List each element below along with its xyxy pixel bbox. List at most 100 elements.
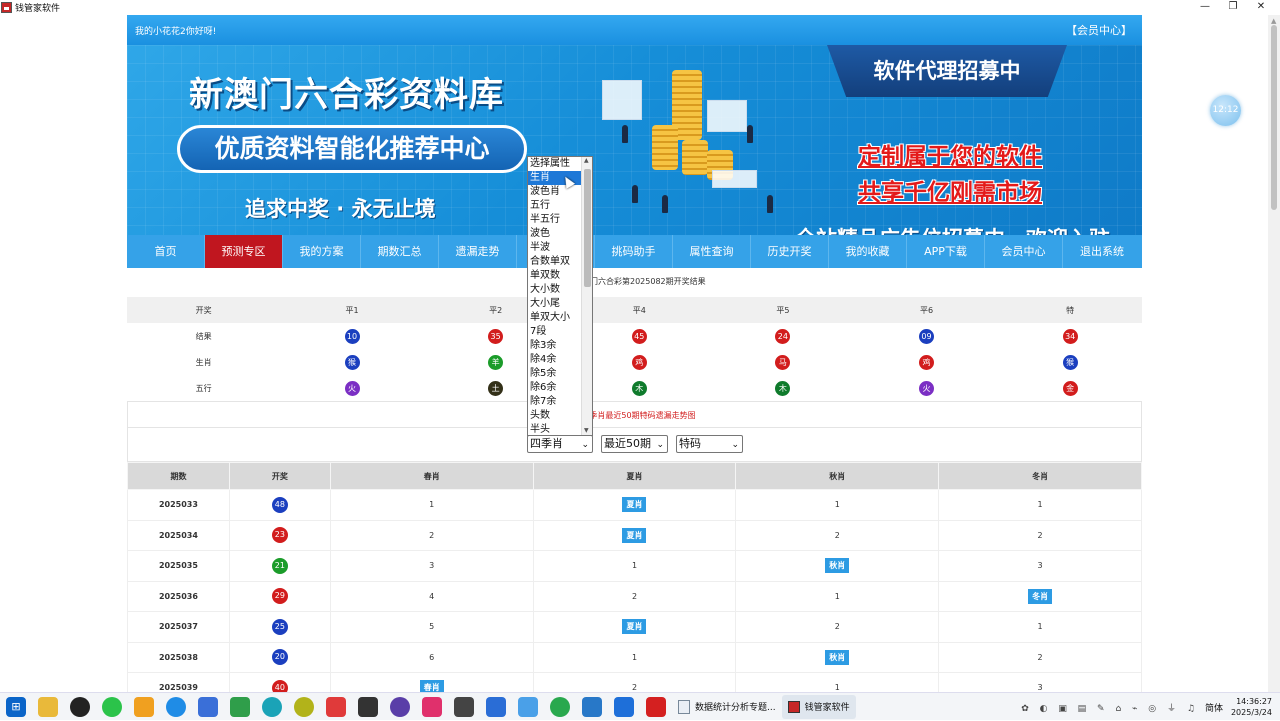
app-icon[interactable] <box>582 696 602 717</box>
nav-logout[interactable]: 退出系统 <box>1063 235 1141 268</box>
minimize-button[interactable]: — <box>1190 0 1220 15</box>
banner-slogan: 追求中奖 · 永无止境 <box>245 197 436 221</box>
app-icon[interactable] <box>422 696 442 717</box>
banner-title: 新澳门六合彩资料库 <box>189 75 504 115</box>
main-nav: 首页 预测专区 我的方案 期数汇总 遗漏走势 挑码助手 属性查询 历史开奖 我的… <box>127 235 1142 268</box>
app-icon[interactable] <box>262 696 282 717</box>
nav-app-download[interactable]: APP下载 <box>907 235 985 268</box>
app-icon[interactable] <box>486 696 506 717</box>
wps-icon[interactable] <box>646 696 666 717</box>
banner-red-line1: 定制属于您的软件 <box>858 144 1042 170</box>
nav-home[interactable]: 首页 <box>127 235 205 268</box>
number-ball: 火 <box>919 380 935 396</box>
period-cell: 2025038 <box>127 641 230 673</box>
taskbar-task-docs[interactable]: 数据统计分析专题... <box>672 695 782 719</box>
number-ball: 木 <box>775 380 791 396</box>
chevron-down-icon: ⌄ <box>656 440 664 450</box>
app-icon[interactable] <box>198 696 218 717</box>
miss-count-cell: 6 <box>329 641 534 673</box>
nav-member-center[interactable]: 会员中心 <box>985 235 1063 268</box>
nav-favorites[interactable]: 我的收藏 <box>829 235 907 268</box>
trend-row: 2025035 21 3 1 秋肖 3 <box>127 550 1142 582</box>
number-ball: 29 <box>271 588 288 605</box>
nav-period-summary[interactable]: 期数汇总 <box>361 235 439 268</box>
app-icon[interactable] <box>518 696 538 717</box>
number-ball: 鸡 <box>631 354 647 370</box>
scroll-up-icon[interactable]: ▲ <box>584 157 589 164</box>
banner-pill: 优质资料智能化推荐中心 <box>177 125 527 173</box>
scrollbar-thumb[interactable] <box>1271 25 1277 210</box>
page-scrollbar[interactable]: ▲ <box>1268 15 1280 692</box>
chevron-down-icon: ⌄ <box>731 440 739 450</box>
number-ball: 24 <box>775 328 791 344</box>
result-header: 平1 <box>280 297 424 323</box>
nav-attribute-query[interactable]: 属性查询 <box>673 235 751 268</box>
qq-icon[interactable] <box>70 696 90 717</box>
wechat-icon[interactable] <box>102 696 122 717</box>
trend-table: 期数 开奖 春肖 夏肖 秋肖 冬肖 2025033 48 1 夏肖 1 1 2025034 2… <box>127 462 1142 704</box>
app-icon[interactable] <box>294 696 314 717</box>
close-button[interactable]: ✕ <box>1246 0 1276 15</box>
number-ball: 木 <box>631 380 647 396</box>
attribute-select[interactable]: 四季肖 ⌄ <box>527 435 593 453</box>
floating-clock-widget[interactable]: 12:12 <box>1210 95 1241 126</box>
range-select[interactable]: 最近50期 ⌄ <box>601 435 668 453</box>
member-center-link[interactable]: 【会员中心】 <box>1066 22 1132 38</box>
banner: 新澳门六合彩资料库 优质资料智能化推荐中心 追求中奖 · 永无止境 软件代理招募… <box>127 45 1142 235</box>
scroll-up-icon[interactable]: ▲ <box>1271 17 1276 25</box>
file-explorer-icon[interactable] <box>38 696 58 717</box>
edge-icon[interactable] <box>166 696 186 717</box>
chrome-icon[interactable] <box>550 696 570 717</box>
taskbar-clock[interactable]: 14:36:27 2025/3/24 <box>1231 696 1272 718</box>
number-ball: 20 <box>271 649 288 666</box>
nav-pick-helper[interactable]: 挑码助手 <box>595 235 673 268</box>
scroll-down-icon[interactable]: ▼ <box>584 427 589 434</box>
app-icon <box>787 700 800 713</box>
app-icon[interactable] <box>134 696 154 717</box>
app-icon <box>1 2 12 13</box>
document-icon <box>678 699 690 714</box>
coins-illustration <box>582 55 782 225</box>
result-header: 平5 <box>711 297 855 323</box>
agent-recruit-banner: 软件代理招募中 <box>827 45 1067 97</box>
miss-count-cell: 1 <box>532 550 737 582</box>
miss-count-cell: 1 <box>938 611 1142 643</box>
app-icon[interactable] <box>326 696 346 717</box>
nav-my-plan[interactable]: 我的方案 <box>283 235 361 268</box>
input-language[interactable]: 简体 <box>1205 701 1223 714</box>
nav-prediction[interactable]: 预测专区 <box>205 235 283 268</box>
app-icon[interactable] <box>614 696 634 717</box>
trend-header: 期数 <box>127 462 230 490</box>
trend-row: 2025033 48 1 夏肖 1 1 <box>127 489 1142 521</box>
start-icon[interactable]: ⊞ <box>6 696 26 717</box>
app-icon[interactable] <box>390 696 410 717</box>
miss-count-cell: 1 <box>938 489 1142 521</box>
app-icon[interactable] <box>358 696 378 717</box>
miss-count-cell: 5 <box>329 611 534 643</box>
period-cell: 2025036 <box>127 580 230 612</box>
dropdown-scrollbar[interactable]: ▲ ▼ <box>581 157 592 435</box>
app-icon[interactable] <box>230 696 250 717</box>
trend-row: 2025034 23 2 夏肖 2 2 <box>127 519 1142 551</box>
number-ball: 土 <box>488 380 504 396</box>
number-ball: 鸡 <box>919 354 935 370</box>
maximize-button[interactable]: ❐ <box>1218 0 1248 15</box>
taskbar-task-app[interactable]: 钱管家软件 <box>781 694 856 719</box>
miss-count-cell: 2 <box>938 641 1142 673</box>
nav-history[interactable]: 历史开奖 <box>751 235 829 268</box>
result-row-label: 生肖 <box>195 357 212 367</box>
number-ball: 火 <box>344 380 360 396</box>
number-ball: 09 <box>919 328 935 344</box>
top-strip: 我的小花花2你好呀! 【会员中心】 <box>127 15 1142 45</box>
miss-count-cell: 2 <box>735 519 940 551</box>
attribute-dropdown-list[interactable]: 选择属性 生肖 波色肖 五行 半五行 波色 半波 合数单双 单双数 大小数 大小尾 单双大小 7段 除3余… <box>527 156 593 436</box>
code-select[interactable]: 特码 ⌄ <box>676 435 743 453</box>
audio-icon[interactable] <box>454 696 474 717</box>
tray-icons[interactable]: ✿ ◐ ▣ ▤ ✎ ⌂ ⌁ ◎ ⏚ ♫ <box>1021 701 1199 714</box>
miss-count-cell: 1 <box>735 580 940 612</box>
number-ball: 25 <box>271 618 288 635</box>
nav-missing-trend[interactable]: 遗漏走势 <box>439 235 517 268</box>
greeting-text: 我的小花花2你好呀! <box>135 26 217 37</box>
trend-header: 开奖 <box>228 462 331 490</box>
trend-header: 春肖 <box>329 462 534 490</box>
